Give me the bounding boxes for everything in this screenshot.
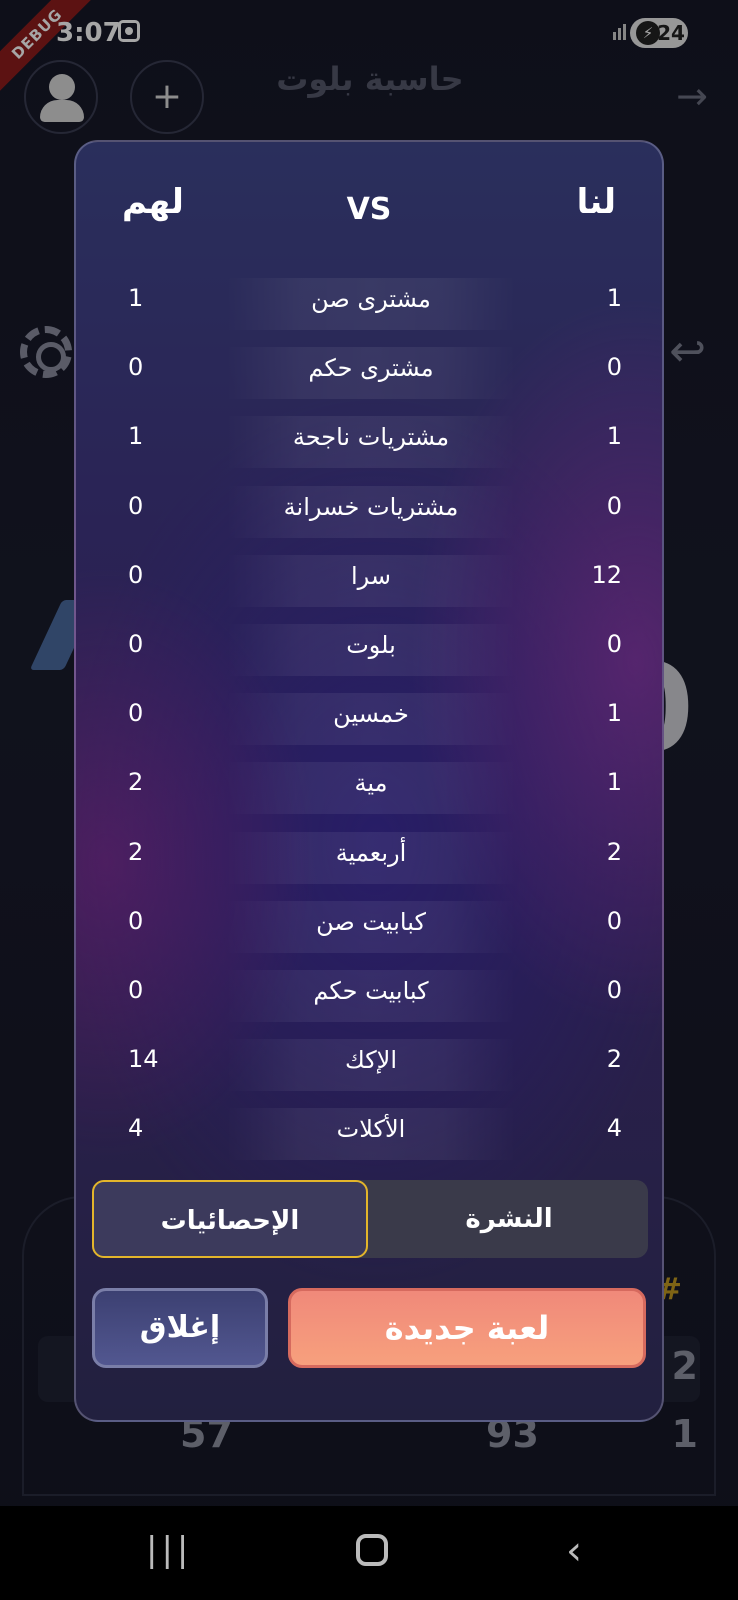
stat-value-us: 12 — [591, 560, 622, 589]
stat-row: 1 مشتريات ناجحة 1 — [76, 408, 662, 477]
stat-value-us: 2 — [606, 837, 622, 866]
stat-row: 0 كبابيت حكم 0 — [76, 962, 662, 1031]
stat-value-them: 0 — [128, 906, 144, 935]
header-them: لهم — [122, 182, 184, 222]
tab-statistics[interactable]: الإحصائيات — [92, 1180, 368, 1258]
stat-row: 1 خمسين 0 — [76, 685, 662, 754]
stat-label: خمسين — [333, 700, 409, 729]
stat-row: 1 مشترى صن 1 — [76, 270, 662, 339]
stat-value-us: 1 — [606, 768, 622, 797]
stat-value-us: 1 — [606, 284, 622, 312]
stat-label: كبابيت صن — [316, 907, 426, 936]
stat-row: 4 الأكلات 4 — [76, 1100, 662, 1169]
stat-value-us: 0 — [606, 629, 622, 658]
stat-value-them: 14 — [128, 1045, 159, 1074]
back-icon[interactable]: ‹ — [566, 1528, 582, 1574]
stat-row: 0 بلوت 0 — [76, 616, 662, 685]
stat-value-them: 1 — [128, 284, 144, 312]
stat-row: 1 مية 2 — [76, 754, 662, 823]
stat-row: 0 كبابيت صن 0 — [76, 893, 662, 962]
stats-dialog: لنا VS لهم 1 مشترى صن 1 0 مشترى حكم 0 1 مشتريات… — [74, 140, 664, 1422]
stat-label: مية — [354, 769, 388, 798]
stat-value-them: 2 — [128, 768, 144, 797]
system-nav-bar: ||| ‹ — [0, 1506, 738, 1600]
stat-row: 12 سرا 0 — [76, 547, 662, 616]
stat-label: مشتريات خسرانة — [283, 492, 459, 521]
stat-value-them: 0 — [128, 975, 144, 1004]
stat-value-us: 0 — [606, 491, 622, 520]
stat-value-them: 0 — [128, 560, 144, 589]
tab-feed[interactable]: النشرة — [370, 1180, 648, 1258]
stat-value-us: 0 — [606, 975, 622, 1004]
stat-row: 0 مشترى حكم 0 — [76, 339, 662, 408]
stat-label: مشتريات ناجحة — [292, 423, 450, 452]
stat-label: بلوت — [346, 630, 396, 659]
stat-label: مشترى حكم — [308, 354, 434, 383]
stat-value-them: 0 — [128, 699, 144, 728]
stat-value-them: 0 — [128, 353, 144, 382]
stat-label: الإكك — [344, 1046, 397, 1075]
new-game-button[interactable]: لعبة جديدة — [288, 1288, 646, 1368]
home-icon[interactable] — [356, 1534, 388, 1566]
stat-label: مشترى صن — [311, 285, 431, 313]
stat-value-us: 1 — [606, 422, 622, 451]
dialog-header: لنا VS لهم — [76, 178, 662, 238]
stat-label: الأكلات — [336, 1115, 406, 1144]
stat-label: كبابيت حكم — [313, 976, 429, 1005]
stat-row: 2 الإكك 14 — [76, 1031, 662, 1100]
recents-icon[interactable]: ||| — [146, 1530, 192, 1570]
stat-value-us: 0 — [606, 353, 622, 382]
stat-value-us: 4 — [606, 1114, 622, 1143]
stat-row: 0 مشتريات خسرانة 0 — [76, 478, 662, 547]
stat-value-them: 0 — [128, 491, 144, 520]
view-toggle: الإحصائيات النشرة — [92, 1180, 648, 1258]
stat-value-them: 0 — [128, 629, 144, 658]
stat-label: سرا — [350, 561, 392, 590]
stat-value-us: 2 — [606, 1045, 622, 1074]
stat-value-us: 1 — [606, 699, 622, 728]
stat-value-us: 0 — [606, 906, 622, 935]
stat-value-them: 2 — [128, 837, 144, 866]
stat-row: 2 أربعمية 2 — [76, 824, 662, 893]
stat-label: أربعمية — [335, 838, 407, 867]
stats-list: 1 مشترى صن 1 0 مشترى حكم 0 1 مشتريات ناجحة 1 0 مشت… — [76, 270, 662, 1169]
close-button[interactable]: إغلاق — [92, 1288, 268, 1368]
stat-value-them: 1 — [128, 422, 144, 451]
stat-value-them: 4 — [128, 1114, 144, 1143]
